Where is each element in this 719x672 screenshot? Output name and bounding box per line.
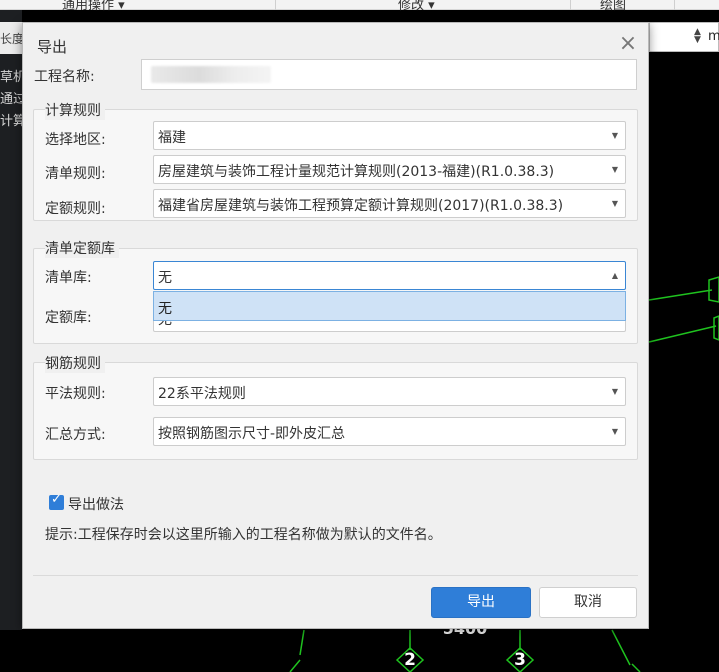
flat-rule-value: 22系平法规则: [158, 386, 246, 402]
quota-lib-label: 定额库:: [45, 310, 92, 326]
calc-rules-group-title: 计算规则: [45, 100, 105, 120]
quota-rule-label: 定额规则:: [45, 201, 106, 217]
list-lib-dropdown-option[interactable]: 无: [153, 291, 626, 321]
region-select[interactable]: 福建 ▼: [153, 121, 626, 150]
flat-rule-select[interactable]: 22系平法规则 ▼: [153, 377, 626, 406]
export-method-checkbox[interactable]: ✓: [49, 492, 64, 510]
cad-line: [611, 629, 631, 666]
cad-line: [648, 289, 713, 301]
chevron-down-icon: ▼: [611, 427, 618, 436]
summary-label: 汇总方式:: [45, 427, 106, 443]
cad-axis-label: 2: [404, 650, 416, 670]
export-dialog: 导出 × 工程名称: 计算规则 选择地区: 福建 ▼ 清单规则: 房屋建筑与装饰…: [22, 22, 649, 629]
list-lib-label: 清单库:: [45, 270, 92, 286]
region-value: 福建: [158, 130, 186, 146]
cad-line: [648, 325, 717, 343]
redacted-project-name: [151, 66, 271, 83]
footer-divider: [33, 575, 638, 576]
list-rule-select[interactable]: 房屋建筑与装饰工程计量规范计算规则(2013-福建)(R1.0.38.3) ▼: [153, 155, 626, 184]
rebar-group-title: 钢筋规则: [45, 353, 105, 373]
chevron-down-icon: ▼: [611, 165, 618, 174]
summary-value: 按照钢筋图示尺寸-即外皮汇总: [158, 426, 346, 442]
export-method-label[interactable]: 导出做法: [68, 494, 124, 514]
flat-rule-label: 平法规则:: [45, 386, 106, 402]
checkmark-icon: ✓: [51, 492, 62, 507]
library-group-title: 清单定额库: [45, 238, 119, 258]
close-icon[interactable]: ×: [617, 33, 639, 55]
hint-text: 提示:工程保存时会以这里所输入的工程名称做为默认的文件名。: [45, 527, 442, 543]
summary-select[interactable]: 按照钢筋图示尺寸-即外皮汇总 ▼: [153, 417, 626, 446]
list-lib-value: 无: [158, 270, 172, 286]
cancel-button[interactable]: 取消: [539, 587, 637, 618]
cad-line: [289, 659, 301, 672]
region-label: 选择地区:: [45, 132, 106, 148]
quota-rule-value: 福建省房屋建筑与装饰工程预算定额计算规则(2017)(R1.0.38.3): [158, 198, 564, 214]
dialog-title: 导出: [37, 38, 68, 56]
quota-rule-select[interactable]: 福建省房屋建筑与装饰工程预算定额计算规则(2017)(R1.0.38.3) ▼: [153, 189, 626, 218]
export-button[interactable]: 导出: [431, 587, 531, 618]
cad-axis-label: 3: [514, 650, 526, 670]
cad-line: [631, 663, 641, 672]
list-lib-select[interactable]: 无 ▲: [153, 261, 626, 290]
list-rule-label: 清单规则:: [45, 166, 106, 182]
chevron-down-icon: ▼: [611, 131, 618, 140]
chevron-down-icon: ▼: [611, 387, 618, 396]
chevron-up-icon: ▲: [611, 271, 618, 280]
chevron-down-icon: ▼: [611, 199, 618, 208]
cad-axis-bubble-2: [713, 315, 719, 341]
project-name-label: 工程名称:: [34, 69, 95, 85]
cad-line: [299, 629, 305, 656]
list-rule-value: 房屋建筑与装饰工程计量规范计算规则(2013-福建)(R1.0.38.3): [158, 164, 555, 180]
